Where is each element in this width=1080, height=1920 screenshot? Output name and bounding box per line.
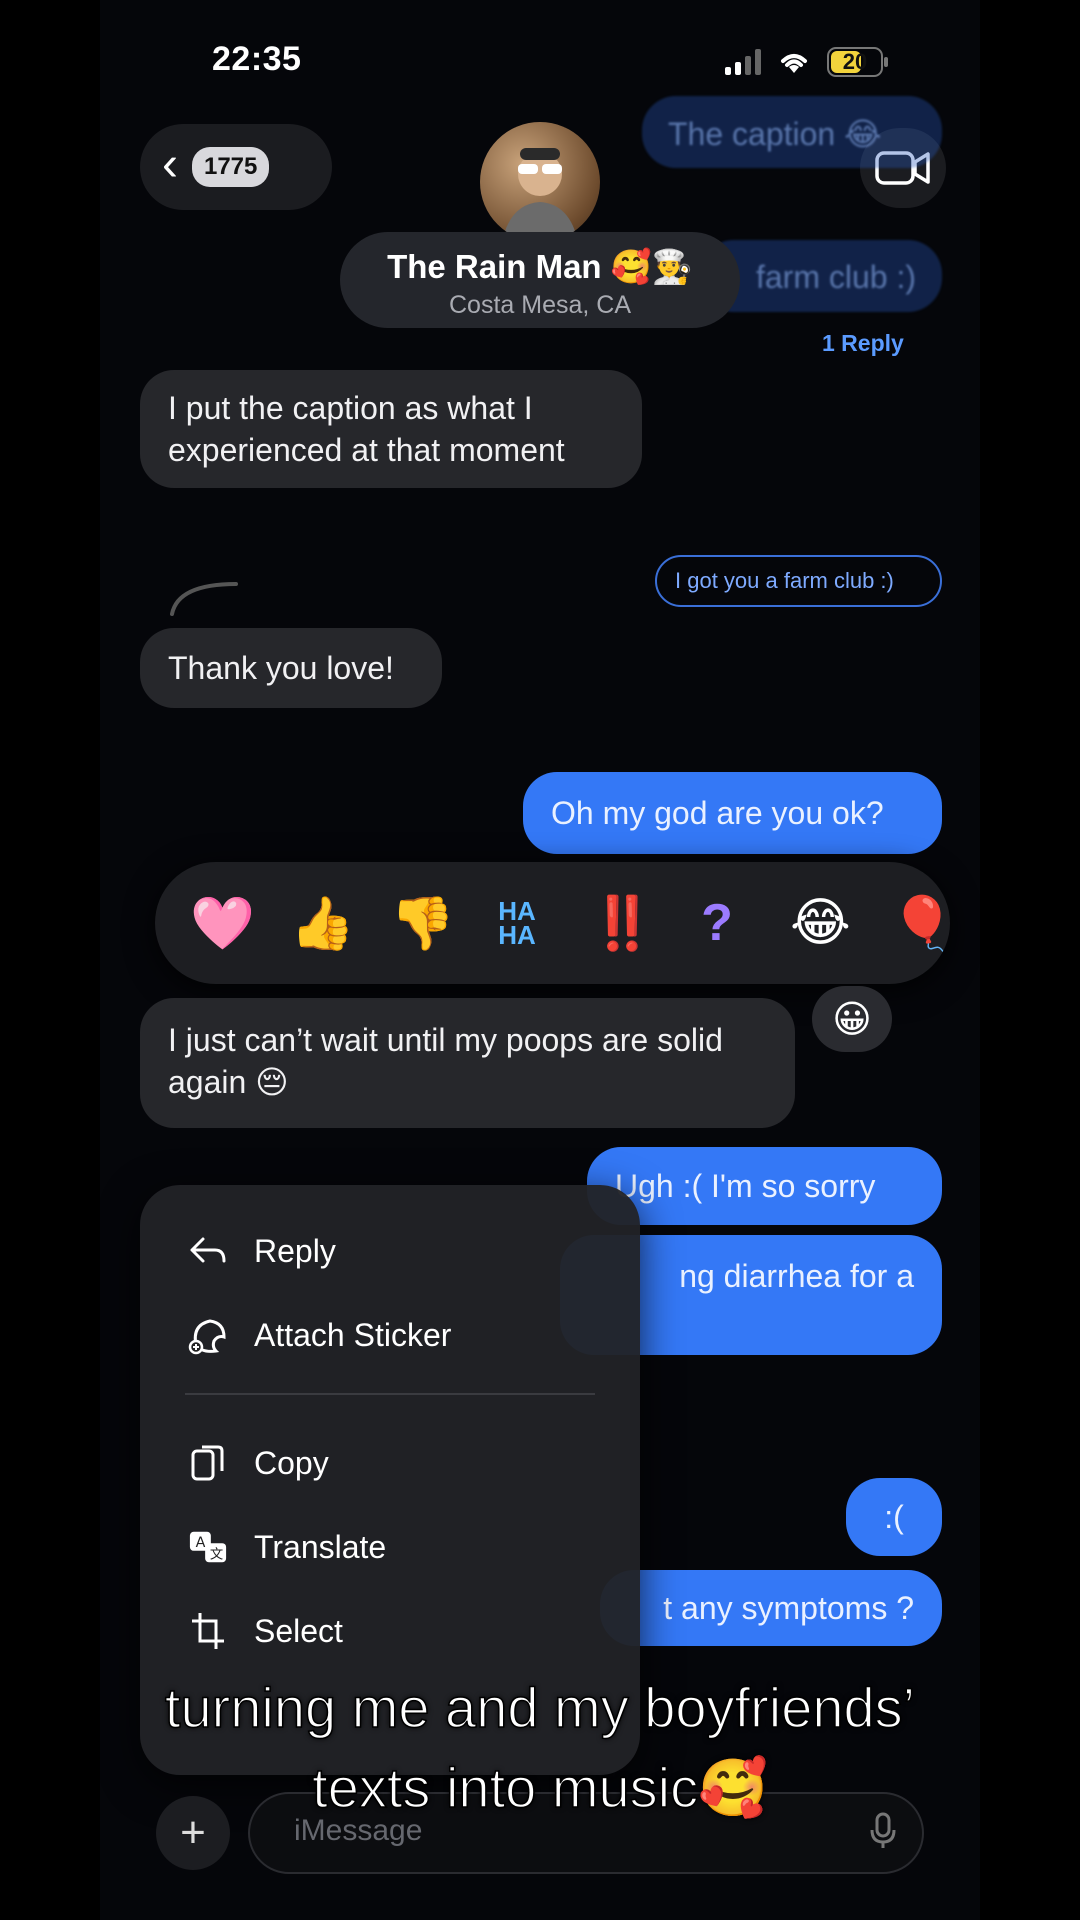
copy-icon [188, 1443, 228, 1483]
menu-divider [185, 1393, 595, 1395]
thread-reply-count[interactable]: 1 Reply [822, 330, 904, 357]
menu-item-label: Attach Sticker [254, 1316, 452, 1353]
question-reaction[interactable]: ? [690, 893, 744, 953]
menu-item-label: Reply [254, 1232, 336, 1269]
thumbs-up-reaction[interactable]: 👍 [290, 893, 355, 954]
battery-level: 20 [842, 49, 868, 74]
emoji-reaction-button[interactable]: 😀 [812, 986, 892, 1052]
caption-line-2: texts into music🥰 [311, 1755, 768, 1820]
menu-item-label: Select [254, 1612, 343, 1649]
menu-item-copy[interactable]: Copy [188, 1443, 329, 1483]
crop-select-icon [188, 1611, 228, 1651]
cellular-signal-icon [725, 49, 761, 75]
menu-item-attach-sticker[interactable]: Attach Sticker [188, 1315, 451, 1355]
message-bubble-incoming[interactable]: Thank you love! [140, 628, 442, 708]
translate-icon: A文 [188, 1527, 228, 1567]
message-bubble-selected[interactable]: I just can’t wait until my poops are sol… [140, 998, 795, 1128]
thumbs-down-reaction[interactable]: 👎 [390, 893, 455, 954]
message-bubble-incoming[interactable]: I put the caption as what I experienced … [140, 370, 642, 488]
battery-icon: 20 [827, 47, 888, 77]
contact-header[interactable]: The Rain Man 🥰👨‍🍳 Costa Mesa, CA [340, 232, 740, 328]
svg-text:文: 文 [210, 1546, 223, 1562]
laughing-reaction[interactable]: 😂 [790, 893, 851, 953]
menu-item-translate[interactable]: A文 Translate [188, 1527, 386, 1567]
message-bubble-outgoing[interactable]: :( [846, 1478, 942, 1556]
video-caption-overlay: turning me and my boyfriends’ texts into… [0, 1668, 1080, 1828]
message-bubble-outgoing[interactable]: Ugh :( I'm so sorry [587, 1147, 942, 1225]
tapback-reaction-bar: 🩷 👍 👎 HA HA ‼️ ? 😂 🎈 [155, 862, 950, 984]
sticker-icon [188, 1315, 228, 1355]
contact-name: The Rain Man 🥰👨‍🍳 [387, 248, 693, 285]
back-button[interactable]: ‹ 1775 [140, 124, 332, 210]
chevron-left-icon: ‹ [162, 138, 178, 191]
menu-item-label: Copy [254, 1444, 329, 1481]
reply-thread-line [170, 582, 238, 616]
message-bubble-outgoing[interactable]: t any symptoms ? [600, 1570, 942, 1646]
smile-icon: 😀 [832, 998, 872, 1041]
reply-quote-bubble[interactable]: I got you a farm club :) [655, 555, 942, 607]
exclamation-reaction[interactable]: ‼️ [590, 893, 655, 954]
menu-item-label: Translate [254, 1528, 387, 1565]
haha-reaction[interactable]: HA HA [490, 898, 544, 948]
message-bubble-faded: The caption 😂 [642, 96, 942, 168]
contact-avatar[interactable] [480, 122, 600, 242]
message-bubble-outgoing[interactable]: Oh my god are you ok? [523, 772, 942, 854]
unread-count-badge: 1775 [191, 147, 270, 187]
svg-text:A: A [196, 1535, 206, 1551]
balloon-reaction[interactable]: 🎈 [890, 893, 950, 954]
contact-location: Costa Mesa, CA [448, 291, 631, 319]
menu-item-select[interactable]: Select [188, 1611, 343, 1651]
reply-arrow-icon [188, 1231, 228, 1271]
wifi-icon [781, 54, 807, 73]
caption-line-1: turning me and my boyfriends’ [164, 1675, 916, 1740]
menu-item-reply[interactable]: Reply [188, 1231, 336, 1271]
status-time: 22:35 [212, 40, 302, 78]
status-indicators: 20 [725, 44, 888, 80]
heart-reaction[interactable]: 🩷 [190, 893, 255, 954]
avatar-portrait [502, 148, 578, 242]
